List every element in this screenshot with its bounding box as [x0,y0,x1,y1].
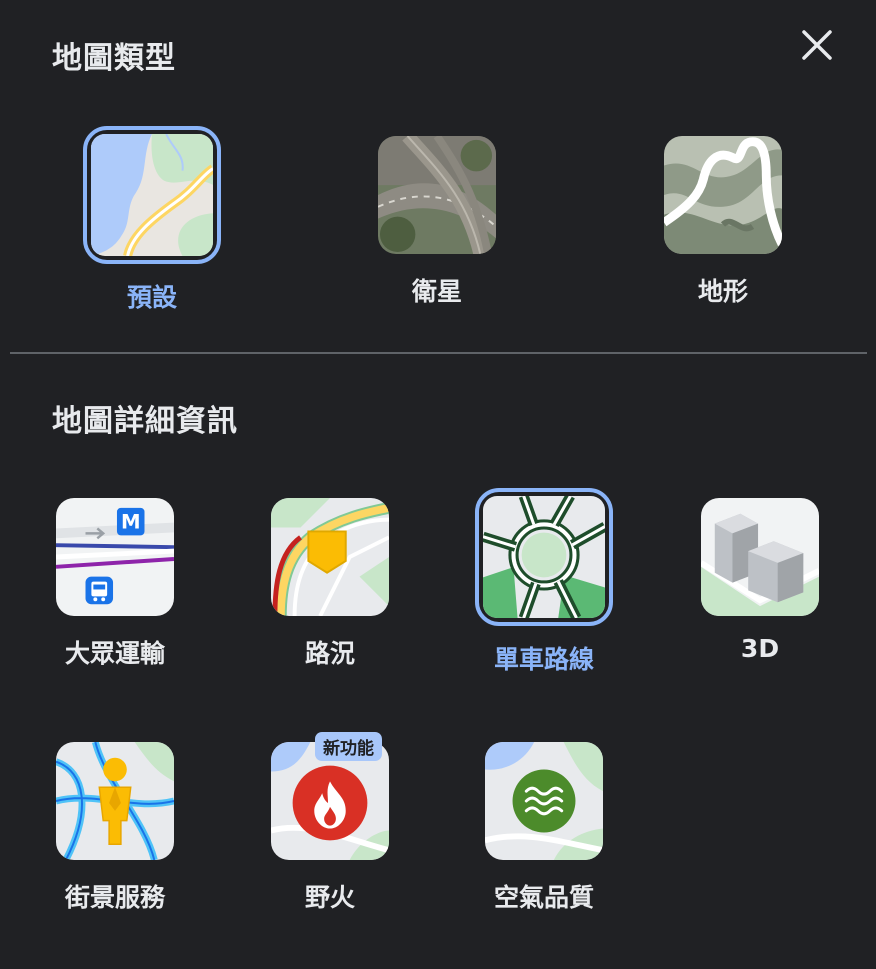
layer-traffic-label: 路況 [304,639,355,668]
map-type-satellite[interactable]: 衛星 [365,136,509,308]
bicycling-thumbnail [475,488,613,626]
layer-street-view[interactable]: 街景服務 [43,742,187,914]
layer-transit-label: 大眾運輸 [64,639,165,668]
satellite-map-icon [378,136,496,254]
layer-bicycling-label: 單車路線 [493,645,594,674]
air-quality-map-icon [485,742,603,860]
3d-thumbnail [701,498,819,616]
layer-3d-label: 3D [740,634,780,663]
wildfires-thumbnail: 新功能 [271,732,389,860]
default-map-icon [91,134,213,256]
bicycling-map-icon [483,496,605,618]
traffic-thumbnail [271,498,389,616]
layer-bicycling[interactable]: 單車路線 [472,488,616,676]
map-type-default-label: 預設 [126,283,177,312]
street-view-thumbnail [56,742,174,860]
air-quality-thumbnail [485,742,603,860]
close-button[interactable] [798,26,836,64]
default-thumbnail [83,126,221,264]
map-details-title: 地圖詳細資訊 [52,404,238,439]
map-types-title: 地圖類型 [52,41,176,76]
traffic-map-icon [271,498,389,616]
transit-map-icon: M [56,498,174,616]
terrain-map-icon [664,136,782,254]
map-type-satellite-label: 衛星 [411,277,462,306]
map-type-default[interactable]: 預設 [80,126,224,314]
layer-wildfires-label: 野火 [304,883,355,912]
3d-buildings-icon [701,498,819,616]
map-type-terrain-label: 地形 [697,277,748,306]
layer-traffic[interactable]: 路況 [258,498,402,670]
layer-street-view-label: 街景服務 [64,883,165,912]
new-feature-badge: 新功能 [315,732,382,761]
terrain-thumbnail [664,136,782,254]
satellite-thumbnail [378,136,496,254]
layer-air-quality-label: 空氣品質 [493,883,594,912]
transit-thumbnail: M [56,498,174,616]
close-icon [802,30,832,60]
map-type-terrain[interactable]: 地形 [651,136,795,308]
layer-wildfires[interactable]: 新功能 野火 [258,732,402,914]
layer-transit[interactable]: M 大眾運輸 [43,498,187,670]
metro-icon: M [121,510,141,533]
layer-3d[interactable]: 3D [688,498,832,663]
street-view-map-icon [56,742,174,860]
layer-air-quality[interactable]: 空氣品質 [472,742,616,914]
section-divider [10,352,867,354]
